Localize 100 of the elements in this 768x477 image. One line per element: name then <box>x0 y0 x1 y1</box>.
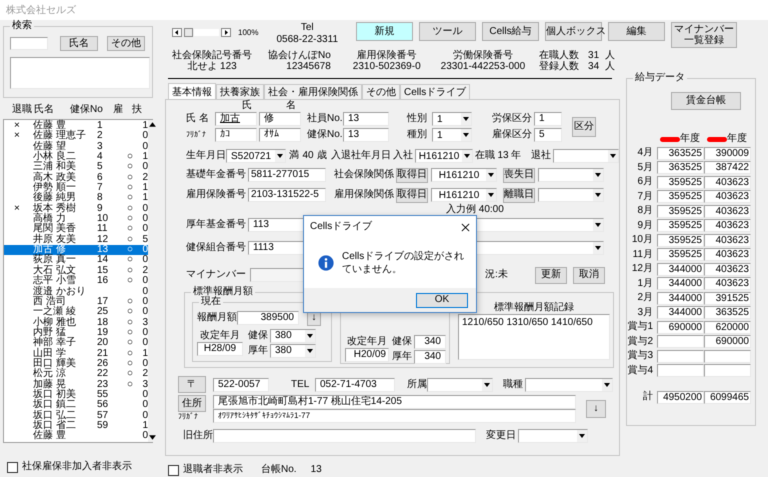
dropdown[interactable]: 380 <box>270 328 316 342</box>
input-field[interactable]: 5811-277015 <box>248 168 326 182</box>
input-field[interactable]: ｶｺ <box>215 128 257 142</box>
input-field[interactable]: ｵｻﾑ <box>259 128 301 142</box>
salary-cell[interactable]: 363525 <box>704 306 751 320</box>
employee-row[interactable]: 渡邉 かおり 0 <box>4 286 148 297</box>
salary-cell[interactable]: 359525 <box>657 219 704 232</box>
dropdown[interactable]: S520721 <box>226 149 286 163</box>
employee-row[interactable]: 大石 弘文 15 ○ 2 <box>4 266 148 276</box>
dropdown[interactable]: H161210 <box>415 149 473 163</box>
employee-row[interactable]: 一之瀬 綾 25 ○ 0 <box>4 307 148 318</box>
address-kana-field[interactable]: ｵﾜﾘｱｻﾋｼｷﾀｻﾞｷﾁｮｳｼﾏﾑﾗ1-77 <box>213 409 576 423</box>
salary-cell[interactable]: 359525 <box>657 190 704 204</box>
dropdown[interactable] <box>538 168 604 182</box>
old-address-field[interactable] <box>213 429 476 443</box>
toolbar-button[interactable]: マイナンバー一覧登録 <box>671 22 738 48</box>
tab[interactable]: その他 <box>362 84 400 99</box>
salary-cell[interactable]: 359525 <box>657 248 704 262</box>
employee-row[interactable]: 松元 涼 22 ○ 2 <box>4 369 148 380</box>
salary-cell[interactable]: 403623 <box>704 204 751 218</box>
input-field[interactable]: 340 <box>414 334 446 348</box>
salary-cell[interactable]: 690000 <box>704 335 751 348</box>
salary-cell[interactable]: 391525 <box>704 292 751 305</box>
employee-row[interactable]: 神部 幸子 20 ○ 0 <box>4 338 148 349</box>
checkbox[interactable] <box>168 464 179 476</box>
scroll-down-icon[interactable] <box>148 433 157 442</box>
input-field[interactable]: 加古 <box>215 112 257 126</box>
salary-cell[interactable]: 403623 <box>704 262 751 276</box>
input-field[interactable]: 13 <box>343 128 389 142</box>
salary-cell[interactable]: 403623 <box>704 277 751 290</box>
employee-row[interactable]: 佐藤 豊 0 <box>4 431 148 442</box>
input-field[interactable]: 13 <box>343 112 389 126</box>
employee-row[interactable]: × 坂本 秀樹 9 ○ 0 <box>4 204 148 214</box>
update-button[interactable]: 更新 <box>535 266 567 284</box>
wage-ledger-button[interactable]: 賃金台帳 <box>671 92 741 110</box>
salary-cell[interactable]: 344000 <box>657 277 704 290</box>
salary-cell[interactable]: 344000 <box>657 292 704 305</box>
ok-button[interactable]: OK <box>416 292 468 308</box>
tab[interactable]: 基本情報 <box>168 83 216 99</box>
salary-cell[interactable]: 344000 <box>657 262 704 276</box>
date-button[interactable]: 喪失日 <box>503 168 535 182</box>
tab[interactable]: 社会・雇用保険関係 <box>264 84 362 99</box>
zip-button[interactable]: 〒 <box>178 376 206 393</box>
salary-cell[interactable]: 403623 <box>704 248 751 262</box>
salary-cell[interactable] <box>657 335 704 348</box>
scroll-up-icon[interactable] <box>148 120 157 129</box>
dropdown[interactable]: 1 <box>432 128 472 142</box>
toolbar-button[interactable]: 個人ボックス <box>545 22 602 41</box>
toolbar-button[interactable]: Cells給与 <box>482 22 540 41</box>
dropdown[interactable]: H161210 <box>431 188 497 202</box>
salary-cell[interactable]: 359525 <box>657 176 704 189</box>
employee-row[interactable]: 尾関 美香 11 ○ 0 <box>4 224 148 235</box>
employee-row[interactable]: 坂口 弘二 57 0 <box>4 410 148 421</box>
salary-cell[interactable]: 387422 <box>704 161 751 174</box>
dropdown[interactable]: 380 <box>270 344 316 358</box>
salary-cell[interactable]: 403623 <box>704 176 751 189</box>
input-field[interactable]: 1 <box>534 112 562 126</box>
salary-cell[interactable] <box>704 350 751 363</box>
employee-row[interactable]: 後藤 純男 8 ○ 1 <box>4 193 148 204</box>
salary-cell[interactable]: 363525 <box>657 161 704 174</box>
tab[interactable]: 扶養家族 <box>216 84 264 99</box>
employee-row[interactable]: 井原 友美 12 ○ 5 <box>4 234 148 246</box>
search-button[interactable]: その他 <box>107 36 145 51</box>
salary-cell[interactable]: 359525 <box>657 234 704 247</box>
employee-row[interactable]: 小柳 雅也 18 ○ 3 <box>4 318 148 328</box>
input-field[interactable]: 5 <box>534 128 562 142</box>
cancel-button[interactable]: 取消 <box>573 266 605 284</box>
input-field[interactable]: 052-71-4703 <box>315 378 395 392</box>
salary-cell[interactable]: 403623 <box>704 219 751 232</box>
salary-cell[interactable]: 390009 <box>704 146 751 160</box>
dropdown[interactable] <box>525 378 613 392</box>
down-arrow-button[interactable]: ↓ <box>586 400 606 418</box>
employee-row[interactable]: × 佐藤 理恵子 2 0 <box>4 131 148 142</box>
date-button[interactable]: 離職日 <box>503 188 535 202</box>
close-icon[interactable] <box>461 222 470 232</box>
employee-row[interactable]: 坂口 初美 55 0 <box>4 390 148 400</box>
search-button[interactable]: 氏名 <box>60 36 98 51</box>
dropdown[interactable] <box>553 149 619 163</box>
employee-row[interactable]: 加藤 晃 23 ○ 3 <box>4 380 148 390</box>
scrollbar[interactable] <box>148 120 157 442</box>
salary-cell[interactable]: 363525 <box>657 146 704 160</box>
date-button[interactable]: 取得日 <box>396 168 428 182</box>
class-button[interactable]: 区分 <box>572 117 596 137</box>
toolbar-button[interactable]: ツール <box>419 22 476 41</box>
input-field[interactable]: 522-0057 <box>213 378 269 392</box>
employee-row[interactable]: 坂口 鎮二 56 0 <box>4 400 148 411</box>
salary-cell[interactable] <box>657 364 704 378</box>
dropdown[interactable]: 1 <box>432 112 472 126</box>
checkbox[interactable] <box>7 462 18 472</box>
dropdown[interactable] <box>427 378 493 392</box>
record-box[interactable]: 1210/650 1310/650 1410/650 <box>458 314 610 360</box>
employee-row[interactable]: 荻原 真一 14 ○ 0 <box>4 255 148 266</box>
input-field[interactable]: H28/09 <box>197 342 243 356</box>
salary-cell[interactable] <box>657 350 704 363</box>
employee-row[interactable]: 志平 小雪 16 ○ 0 <box>4 276 148 286</box>
salary-cell[interactable]: 403623 <box>704 234 751 247</box>
tab[interactable]: Cellsドライブ <box>400 84 470 99</box>
date-button[interactable]: 取得日 <box>396 188 428 202</box>
salary-cell[interactable]: 359525 <box>657 204 704 218</box>
input-field[interactable]: 340 <box>414 350 446 364</box>
